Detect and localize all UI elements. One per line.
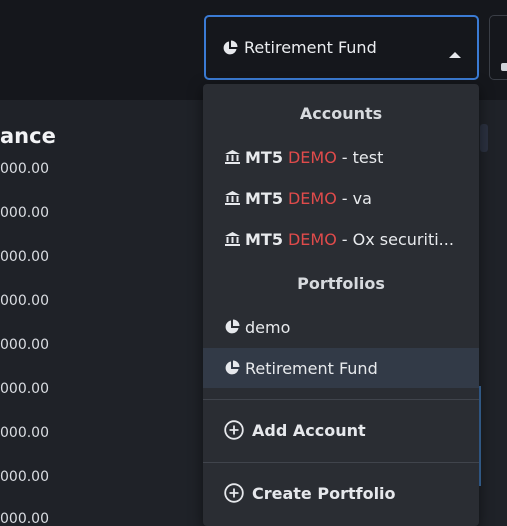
account-item[interactable]: MT5 DEMO - test <box>203 137 479 177</box>
pie-chart-icon <box>224 319 241 335</box>
account-demo-tag: DEMO <box>287 147 337 167</box>
accounts-heading: Accounts <box>299 104 383 123</box>
account-name: - Ox securiti... <box>341 229 454 249</box>
pie-chart-icon <box>222 40 238 56</box>
add-account-label: Add Account <box>252 420 366 440</box>
balance-amount: 000.00 <box>0 469 49 485</box>
balance-amount: 000.00 <box>0 425 49 441</box>
portfolio-dropdown-menu: Accounts MT5 DEMO - test MT5 DEMO - va M… <box>203 84 479 526</box>
account-demo-tag: DEMO <box>287 229 337 249</box>
account-demo-tag: DEMO <box>287 188 337 208</box>
portfolio-item-selected[interactable]: Retirement Fund <box>203 348 479 388</box>
plus-circle-icon <box>224 483 244 503</box>
settings-button[interactable] <box>489 15 507 80</box>
portfolio-selector[interactable]: Retirement Fund <box>204 15 479 80</box>
portfolio-name: Retirement Fund <box>245 358 378 378</box>
account-platform: MT5 <box>245 229 283 249</box>
balance-amount: 000.00 <box>0 205 49 221</box>
selector-label: Retirement Fund <box>244 38 377 57</box>
account-platform: MT5 <box>245 147 283 167</box>
balance-amount: 000.00 <box>0 381 49 397</box>
bank-icon <box>224 149 241 165</box>
portfolio-name: demo <box>245 317 291 337</box>
bank-icon <box>224 190 241 206</box>
pie-chart-icon <box>224 360 241 376</box>
caret-up-icon <box>449 44 461 58</box>
panel-tab <box>480 124 488 152</box>
panel-title: ance <box>0 124 56 148</box>
account-name: - test <box>341 147 384 167</box>
balance-amount: 000.00 <box>0 249 49 265</box>
plus-circle-icon <box>224 420 244 440</box>
balance-amount: 000.00 <box>0 161 49 177</box>
account-name: - va <box>341 188 372 208</box>
gear-icon <box>501 56 507 71</box>
add-account-button[interactable]: Add Account <box>203 400 479 460</box>
balance-amount: 000.00 <box>0 511 49 526</box>
account-item[interactable]: MT5 DEMO - Ox securiti... <box>203 219 479 259</box>
create-portfolio-button[interactable]: Create Portfolio <box>203 463 479 523</box>
portfolio-item[interactable]: demo <box>203 307 479 347</box>
balance-amount: 000.00 <box>0 337 49 353</box>
balance-amount: 000.00 <box>0 293 49 309</box>
portfolios-heading: Portfolios <box>297 274 385 293</box>
account-item[interactable]: MT5 DEMO - va <box>203 178 479 218</box>
account-platform: MT5 <box>245 188 283 208</box>
create-portfolio-label: Create Portfolio <box>252 483 396 503</box>
bank-icon <box>224 231 241 247</box>
